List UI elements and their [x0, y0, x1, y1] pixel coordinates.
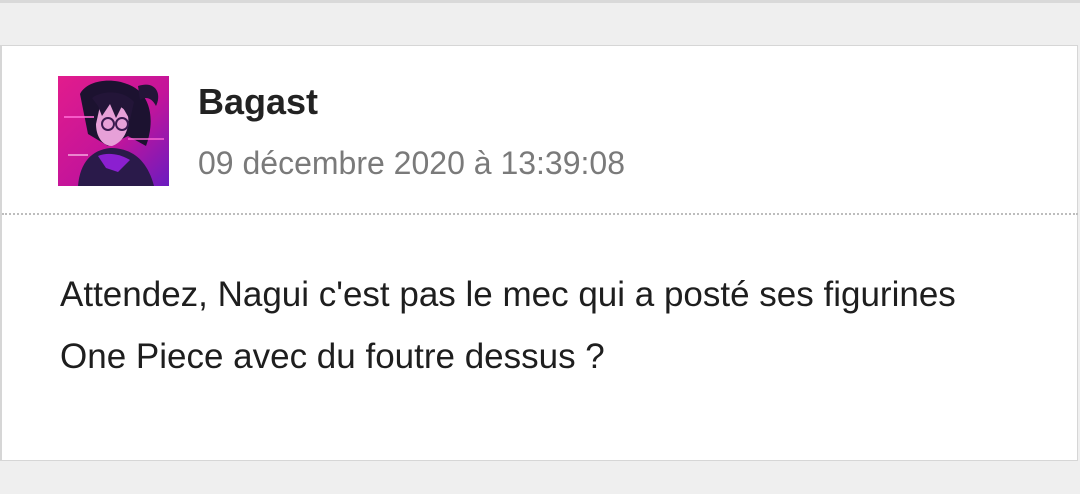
previous-post-edge — [0, 0, 1080, 3]
avatar-image-icon — [58, 76, 169, 186]
avatar[interactable] — [58, 76, 169, 186]
author-name[interactable]: Bagast — [198, 82, 318, 122]
post-timestamp: 09 décembre 2020 à 13:39:08 — [198, 145, 625, 181]
post-message: Attendez, Nagui c'est pas le mec qui a p… — [60, 275, 956, 376]
page: Bagast 09 décembre 2020 à 13:39:08 Atten… — [0, 0, 1080, 494]
forum-post: Bagast 09 décembre 2020 à 13:39:08 Atten… — [0, 45, 1078, 461]
dotted-divider — [2, 213, 1078, 215]
